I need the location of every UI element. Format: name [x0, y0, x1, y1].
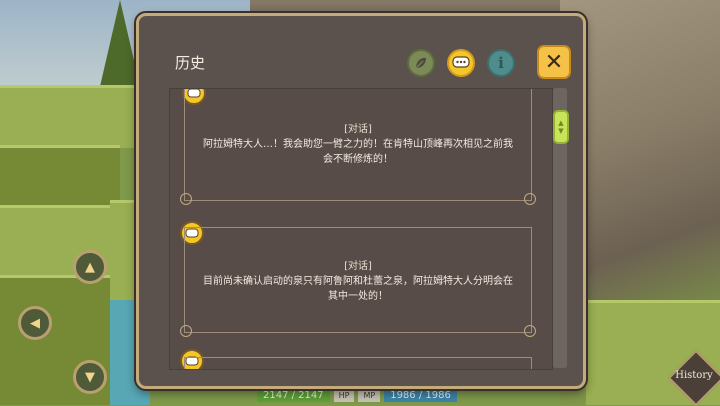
move-down-button[interactable]: ▼	[73, 360, 107, 394]
close-button[interactable]: ✕	[537, 45, 571, 79]
list-item	[184, 357, 532, 369]
scroll-thumb[interactable]: ▲ ▼	[553, 110, 569, 144]
entry-line: 会不断修炼的！	[323, 154, 393, 165]
entry-line: 其中一处的！	[328, 291, 388, 302]
dialog-title: 历史	[175, 54, 206, 72]
chevron-up-icon: ▲	[558, 119, 564, 127]
chevron-down-icon: ▼	[558, 127, 564, 135]
hp-value: 2147 / 2147	[257, 390, 330, 402]
list-item: [对话] 阿拉姆特大人…！我会助您一臂之力的！在肯特山顶峰再次相见之前我 会不断…	[180, 89, 536, 205]
history-button[interactable]: History	[667, 349, 720, 406]
tab-info[interactable]: i	[487, 49, 515, 77]
history-log[interactable]: [对话] 阿拉姆特大人…！我会助您一臂之力的！在肯特山顶峰再次相见之前我 会不断…	[169, 88, 553, 370]
entry-tag: [对话]	[344, 261, 372, 272]
status-bar: 2147 / 2147 HP MP 1986 / 1986	[257, 390, 457, 402]
terrace-block	[0, 85, 140, 148]
close-icon: ✕	[544, 49, 564, 75]
hp-label: HP	[333, 390, 355, 402]
tab-leaf[interactable]	[407, 49, 435, 77]
history-dialog: 历史 i ✕ [对话] 阿拉姆特大人…！我会助您一臂之力的！在肯特山顶峰再次相见…	[136, 13, 586, 389]
entry-tag: [对话]	[344, 124, 372, 135]
list-item: [对话] 目前尚未确认启动的泉只有阿鲁阿和杜蕾之泉，阿拉姆特大人分明会在 其中一…	[180, 227, 536, 337]
history-button-label: History	[675, 370, 713, 381]
entry-line: 目前尚未确认启动的泉只有阿鲁阿和杜蕾之泉，阿拉姆特大人分明会在	[203, 276, 513, 287]
chevron-up-icon: ▲	[85, 259, 95, 275]
leaf-icon	[415, 57, 426, 69]
info-icon: i	[498, 54, 504, 72]
move-up-button[interactable]: ▲	[73, 250, 107, 284]
tab-chat[interactable]	[447, 49, 475, 77]
chevron-down-icon: ▼	[85, 369, 95, 385]
move-left-button[interactable]: ◀	[18, 306, 52, 340]
mp-label: MP	[358, 390, 381, 402]
chat-bubble-icon	[452, 56, 470, 68]
mp-value: 1986 / 1986	[384, 390, 457, 402]
terrace-block	[0, 145, 120, 208]
scrollbar[interactable]: ▲ ▼	[553, 88, 569, 368]
entry-line: 阿拉姆特大人…！我会助您一臂之力的！在肯特山顶峰再次相见之前我	[203, 139, 513, 150]
chevron-left-icon: ◀	[30, 315, 40, 331]
